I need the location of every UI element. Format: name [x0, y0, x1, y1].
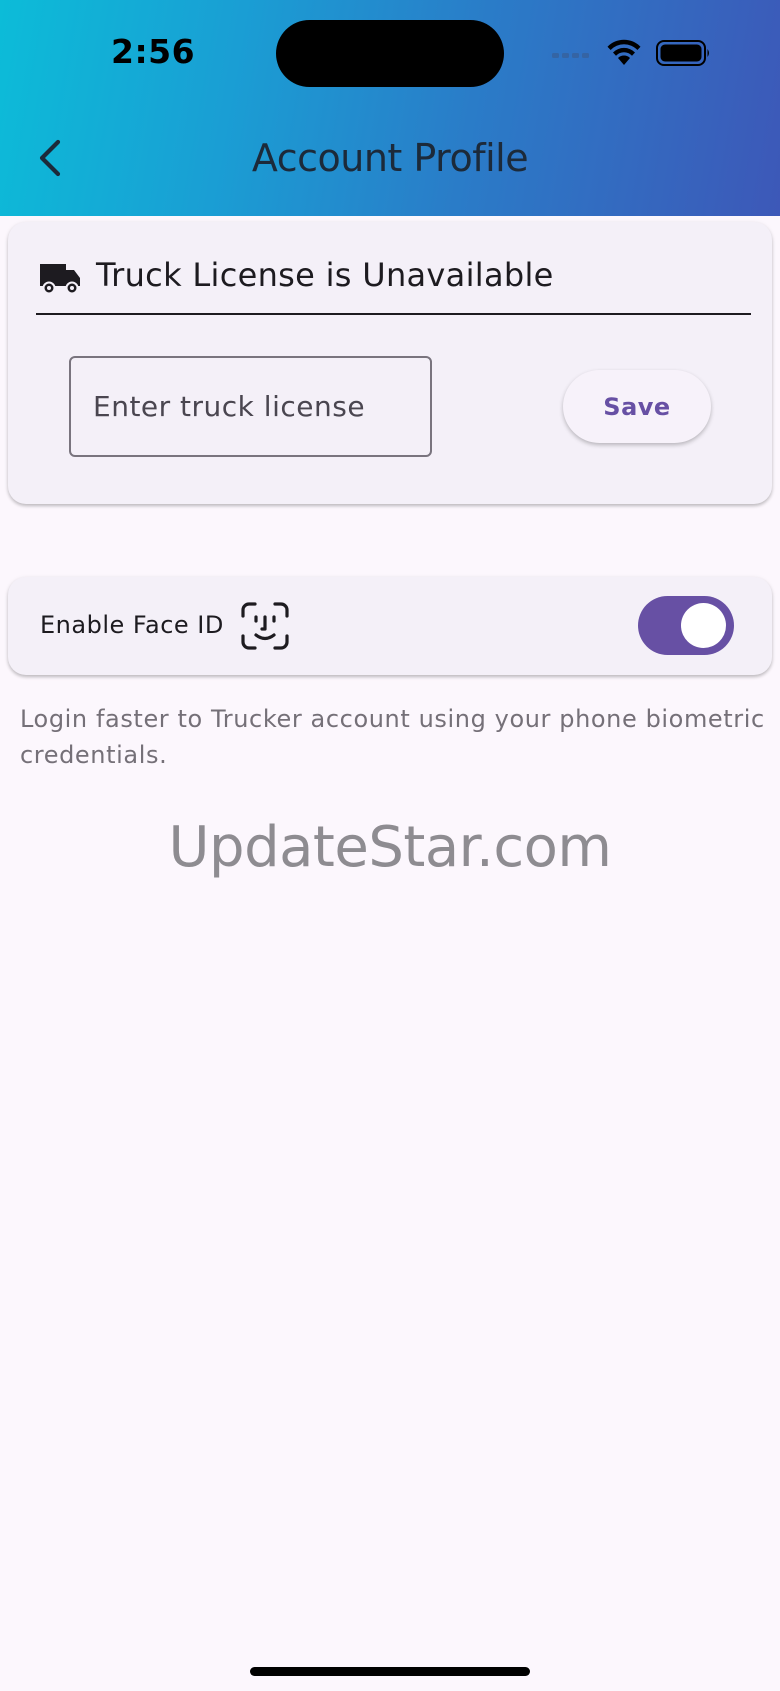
home-indicator [250, 1667, 530, 1676]
truck-icon [40, 264, 80, 295]
truck-license-input[interactable] [69, 356, 432, 457]
page-title: Account Profile [251, 136, 529, 180]
face-id-label: Enable Face ID [40, 611, 224, 639]
save-button[interactable]: Save [563, 370, 711, 443]
wifi-icon [607, 39, 641, 65]
face-id-toggle[interactable] [638, 596, 734, 655]
watermark: UpdateStar.com [168, 815, 612, 880]
face-id-icon [241, 602, 289, 650]
account-profile-screen: 2:56 Account Profile Truck License is Un… [0, 0, 780, 1691]
toggle-knob [681, 603, 726, 648]
license-status-title: Truck License is Unavailable [96, 256, 554, 294]
dynamic-island [276, 20, 504, 87]
truck-license-card: Truck License is Unavailable Save [8, 222, 772, 504]
app-header: 2:56 Account Profile [0, 0, 780, 216]
status-time: 2:56 [111, 32, 196, 71]
face-id-description: Login faster to Trucker account using yo… [20, 705, 765, 769]
divider [36, 313, 751, 315]
battery-icon [656, 40, 709, 66]
face-id-card: Enable Face ID [8, 577, 772, 675]
cellular-icon [552, 53, 589, 58]
status-icons [552, 36, 712, 70]
